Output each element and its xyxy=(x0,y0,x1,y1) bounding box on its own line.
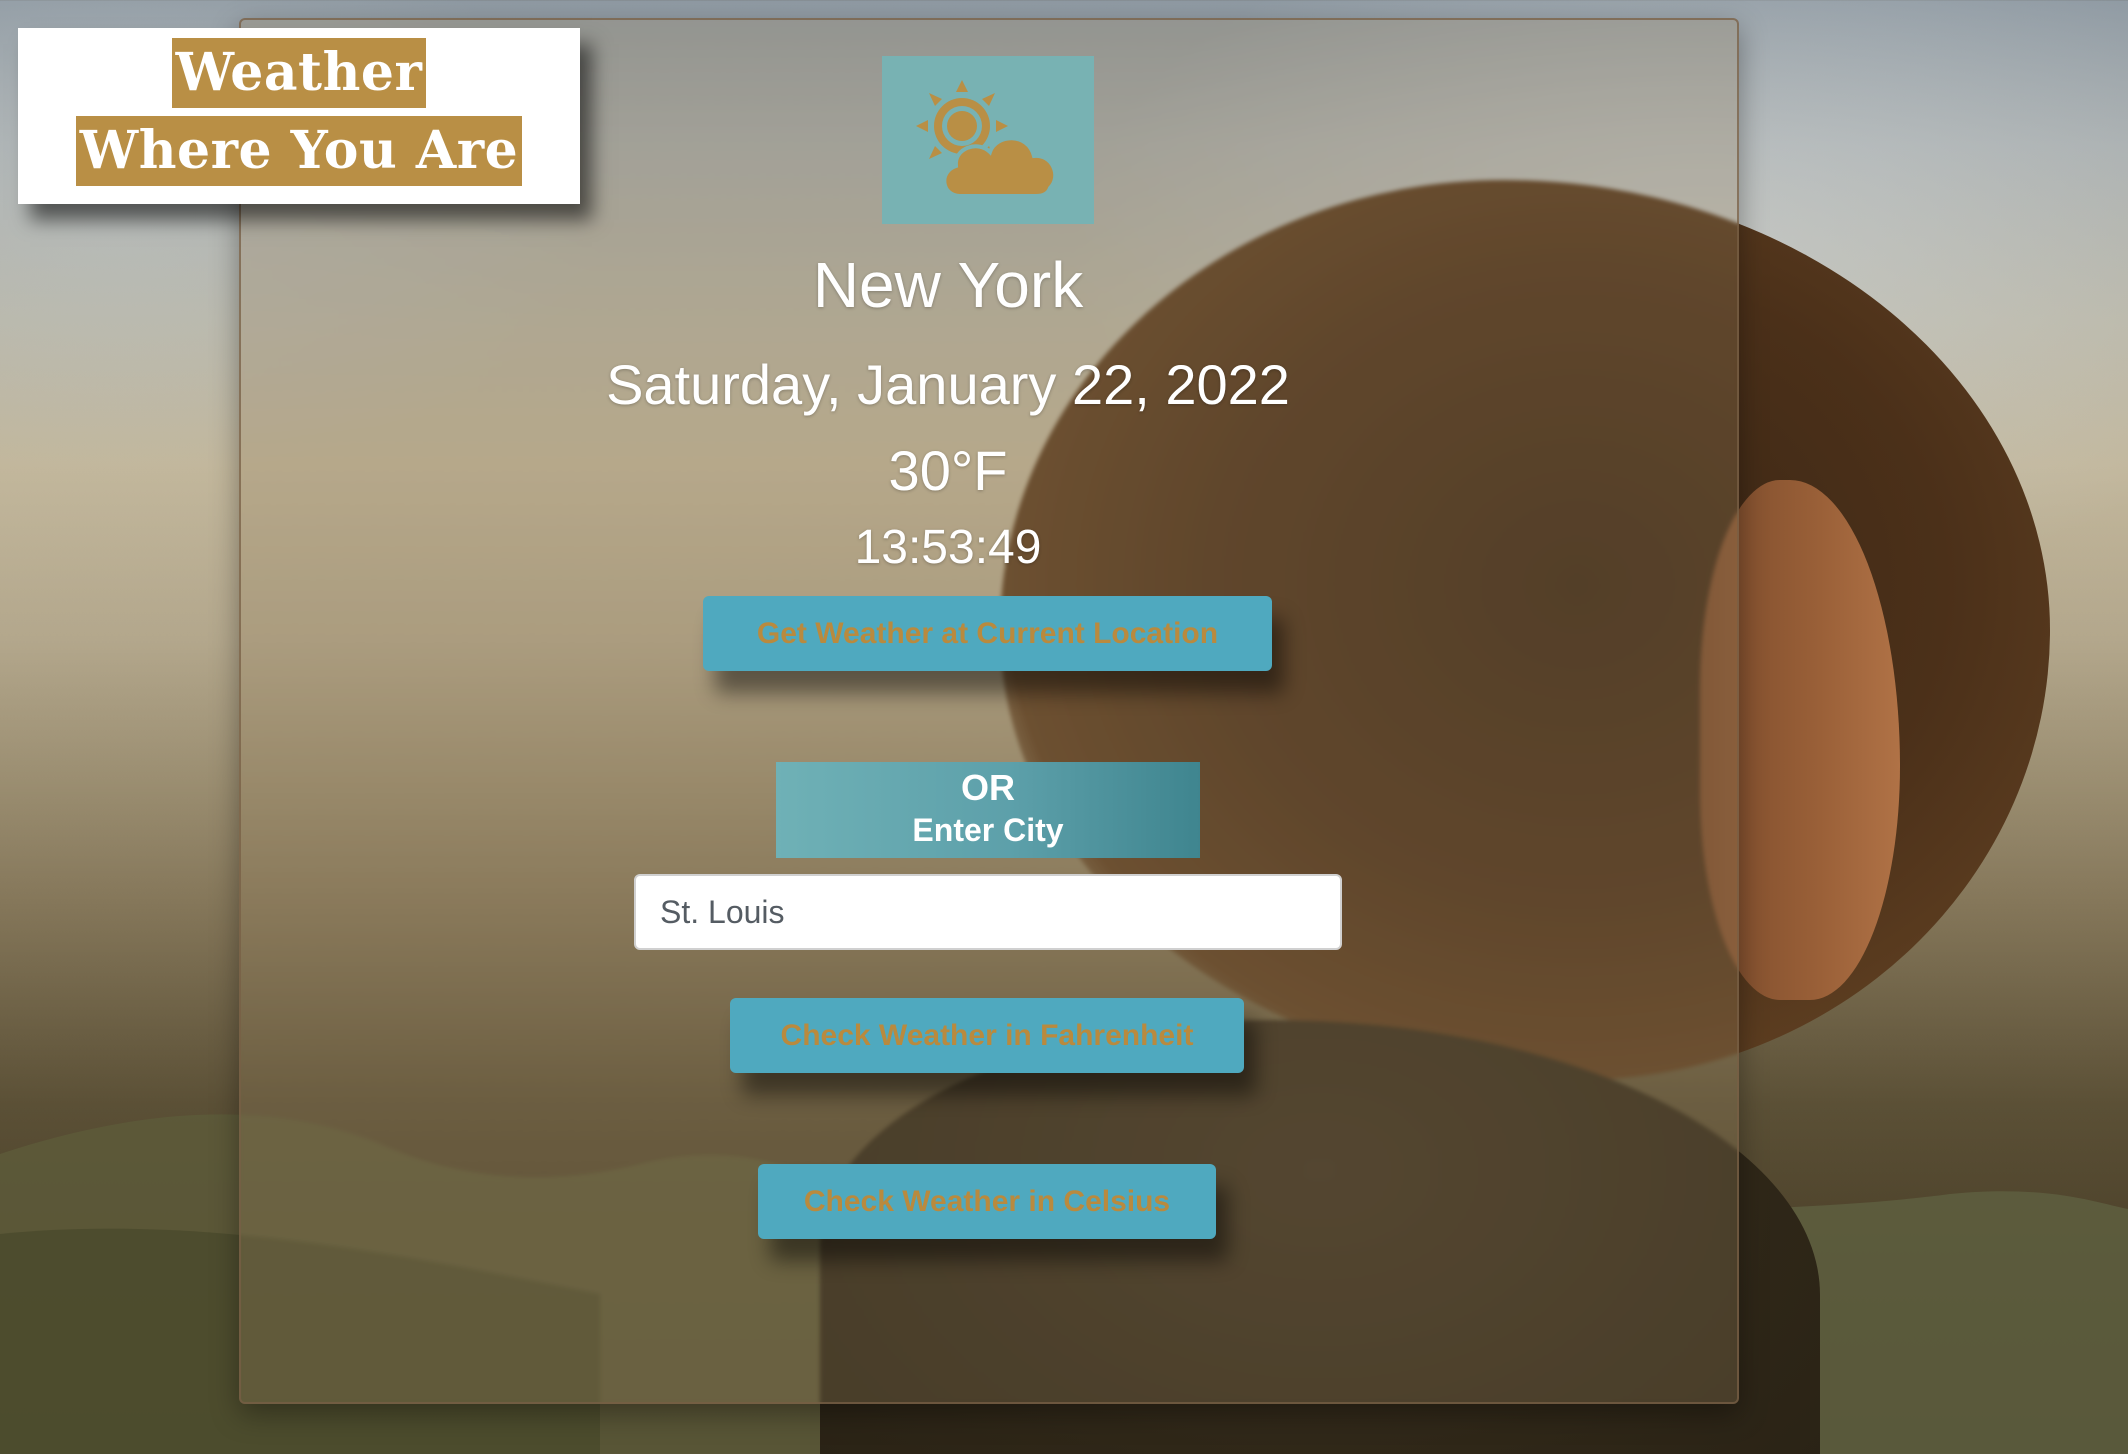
logo-line-weather: Weather xyxy=(171,38,427,108)
logo-line-where-you-are: Where You Are xyxy=(75,116,523,186)
enter-city-text: Enter City xyxy=(912,812,1064,848)
current-date: Saturday, January 22, 2022 xyxy=(606,353,1290,416)
city-input[interactable]: St. Louis xyxy=(634,874,1342,950)
or-enter-city-label: OR Enter City xyxy=(776,762,1200,858)
get-current-location-weather-button[interactable]: Get Weather at Current Location xyxy=(703,596,1272,671)
temperature: 30°F xyxy=(888,439,1008,502)
city-name: New York xyxy=(812,249,1084,321)
check-weather-celsius-button[interactable]: Check Weather in Celsius xyxy=(758,1164,1216,1239)
check-weather-fahrenheit-button[interactable]: Check Weather in Fahrenheit xyxy=(730,998,1244,1073)
partly-cloudy-day-icon xyxy=(882,56,1094,224)
current-time: 13:53:49 xyxy=(854,521,1042,574)
or-text: OR xyxy=(961,767,1015,808)
site-logo[interactable]: Weather Where You Are xyxy=(18,28,580,204)
